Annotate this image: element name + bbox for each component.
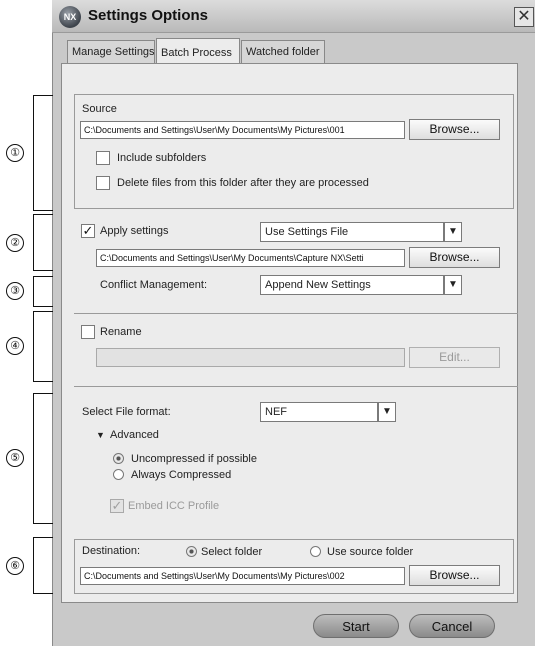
tab-batch-process[interactable]: Batch Process — [156, 38, 240, 64]
cancel-button[interactable]: Cancel — [409, 614, 495, 638]
disclosure-triangle-icon[interactable]: ▼ — [96, 430, 105, 440]
chevron-down-icon[interactable]: ▼ — [378, 402, 396, 422]
embed-icc-checkbox: ✓ — [110, 498, 124, 513]
source-browse-button[interactable]: Browse... — [409, 119, 500, 140]
uncompressed-radio[interactable] — [113, 453, 124, 464]
file-format-select[interactable]: NEF — [260, 402, 378, 422]
callout-bracket — [33, 311, 53, 382]
destination-browse-button[interactable]: Browse... — [409, 565, 500, 586]
destination-label: Destination: — [82, 545, 141, 557]
advanced-toggle[interactable]: Advanced — [110, 429, 159, 441]
uncompressed-label: Uncompressed if possible — [131, 453, 257, 465]
divider — [74, 386, 518, 387]
callout-bracket — [33, 95, 53, 211]
use-source-folder-label: Use source folder — [327, 546, 414, 558]
always-compressed-radio[interactable] — [113, 469, 124, 480]
callout-bracket — [33, 214, 53, 271]
callout-number: ⑤ — [6, 449, 24, 467]
callout-bracket — [33, 393, 53, 524]
always-compressed-label: Always Compressed — [131, 469, 232, 481]
conflict-management-select[interactable]: Append New Settings — [260, 275, 444, 295]
chevron-down-icon[interactable]: ▼ — [444, 275, 462, 295]
conflict-management-label: Conflict Management: — [100, 279, 207, 291]
tab-watched-folder[interactable]: Watched folder — [241, 40, 325, 63]
callout-bracket — [33, 537, 53, 594]
apply-settings-label: Apply settings — [100, 225, 169, 237]
rename-checkbox[interactable] — [81, 325, 95, 339]
callout-number: ② — [6, 234, 24, 252]
chevron-down-icon[interactable]: ▼ — [444, 222, 462, 242]
settings-browse-button[interactable]: Browse... — [409, 247, 500, 268]
callout-number: ③ — [6, 282, 24, 300]
settings-file-path-field[interactable]: C:\Documents and Settings\User\My Docume… — [96, 249, 405, 267]
tab-manage-settings[interactable]: Manage Settings — [67, 40, 155, 63]
callout-number: ① — [6, 144, 24, 162]
embed-icc-label: Embed ICC Profile — [128, 500, 220, 512]
delete-files-checkbox[interactable] — [96, 176, 110, 190]
start-button[interactable]: Start — [313, 614, 399, 638]
close-icon[interactable]: ✕ — [514, 7, 534, 27]
file-format-label: Select File format: — [82, 406, 171, 418]
callout-bracket — [33, 276, 53, 307]
destination-path-field[interactable]: C:\Documents and Settings\User\My Docume… — [80, 567, 405, 585]
callout-number: ⑥ — [6, 557, 24, 575]
rename-label: Rename — [100, 326, 142, 338]
window-title: Settings Options — [88, 7, 208, 24]
rename-edit-button: Edit... — [409, 347, 500, 368]
divider — [74, 313, 518, 314]
source-path-field[interactable]: C:\Documents and Settings\User\My Docume… — [80, 121, 405, 139]
nx-logo-icon: NX — [59, 6, 81, 28]
include-subfolders-label: Include subfolders — [117, 152, 207, 164]
use-source-folder-radio[interactable] — [310, 546, 321, 557]
include-subfolders-checkbox[interactable] — [96, 151, 110, 165]
callout-number: ④ — [6, 337, 24, 355]
select-folder-label: Select folder — [201, 546, 263, 558]
source-label: Source — [82, 103, 117, 115]
settings-mode-select[interactable]: Use Settings File — [260, 222, 444, 242]
select-folder-radio[interactable] — [186, 546, 197, 557]
apply-settings-checkbox[interactable]: ✓ — [81, 224, 95, 238]
delete-files-label: Delete files from this folder after they… — [117, 177, 369, 189]
rename-pattern-field — [96, 348, 405, 367]
